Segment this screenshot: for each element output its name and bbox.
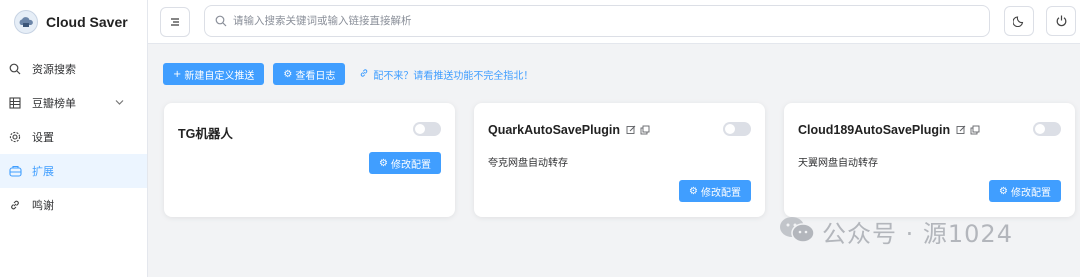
- edit-config-label: 修改配置: [701, 187, 741, 199]
- theme-toggle-button[interactable]: [1004, 6, 1034, 36]
- sidebar-item-label: 豆瓣榜单: [32, 97, 76, 110]
- brand[interactable]: Cloud Saver: [0, 0, 147, 44]
- link-icon: [8, 198, 22, 212]
- edit-config-label: 修改配置: [391, 159, 431, 171]
- enable-toggle[interactable]: [1033, 122, 1061, 136]
- edit-config-button[interactable]: ⚙ 修改配置: [369, 152, 441, 174]
- new-custom-push-label: 新建自定义推送: [184, 70, 255, 82]
- plugin-card-cloud189: Cloud189AutoSavePlugin 天翼网盘自动转存 ⚙ 修改配置: [784, 103, 1075, 217]
- plugin-card-quark: QuarkAutoSavePlugin 夸克网盘自动转存 ⚙ 修改配置: [474, 103, 765, 217]
- power-icon: [1055, 12, 1068, 31]
- app-title: Cloud Saver: [46, 14, 128, 30]
- extension-icon: [8, 164, 22, 178]
- gear-icon: ⚙: [689, 185, 698, 197]
- logout-button[interactable]: [1046, 6, 1076, 36]
- sidebar-item-extensions[interactable]: 扩展: [0, 154, 147, 188]
- search-input[interactable]: [233, 15, 933, 27]
- view-log-label: 查看日志: [295, 70, 336, 82]
- plugin-name: Cloud189AutoSavePlugin: [798, 123, 980, 137]
- edit-config-button[interactable]: ⚙ 修改配置: [679, 180, 751, 202]
- gear-icon: [8, 130, 22, 144]
- plugin-name-text: TG机器人: [178, 127, 233, 141]
- copy-icon[interactable]: [970, 125, 980, 135]
- gear-icon: ⚙: [379, 157, 388, 169]
- logo-icon: [14, 10, 38, 34]
- sidebar: Cloud Saver 资源搜索 豆瓣榜单 设置 扩展 鸣谢: [0, 0, 148, 277]
- chevron-down-icon[interactable]: [114, 97, 125, 111]
- search-icon: [215, 12, 227, 31]
- plus-icon: +: [173, 68, 182, 80]
- grid-icon: [8, 96, 22, 110]
- link-icon: [359, 68, 369, 81]
- plugin-card-tg-bot: TG机器人 ⚙ 修改配置: [164, 103, 455, 217]
- sidebar-item-label: 设置: [32, 131, 54, 144]
- edit-config-label: 修改配置: [1011, 187, 1051, 199]
- sidebar-item-label: 鸣谢: [32, 199, 54, 212]
- plugin-description: 天翼网盘自动转存: [798, 158, 878, 169]
- plugin-name: QuarkAutoSavePlugin: [488, 123, 650, 137]
- gear-icon: ⚙: [999, 185, 1008, 197]
- menu-toggle-button[interactable]: [160, 7, 190, 37]
- sidebar-item-label: 资源搜索: [32, 63, 76, 76]
- sidebar-item-resource-search[interactable]: 资源搜索: [0, 52, 147, 86]
- sidebar-item-douban-chart[interactable]: 豆瓣榜单: [0, 86, 147, 120]
- watermark-text: 公众号 · 源1024: [822, 220, 1013, 248]
- plugin-name: TG机器人: [178, 123, 233, 142]
- push-guide-link[interactable]: 配不来？请看推送功能不完全指北！: [359, 67, 533, 82]
- sidebar-item-thanks[interactable]: 鸣谢: [0, 188, 147, 222]
- enable-toggle[interactable]: [723, 122, 751, 136]
- sidebar-item-label: 扩展: [32, 165, 54, 178]
- sidebar-item-settings[interactable]: 设置: [0, 120, 147, 154]
- wechat-icon: [778, 215, 816, 249]
- enable-toggle[interactable]: [413, 122, 441, 136]
- toolbar: + 新建自定义推送 ⚙ 查看日志 配不来？请看推送功能不完全指北！: [163, 63, 533, 85]
- copy-icon[interactable]: [640, 125, 650, 135]
- top-header: [148, 0, 1080, 44]
- plugin-name-text: QuarkAutoSavePlugin: [488, 123, 620, 137]
- moon-icon: [1011, 12, 1026, 31]
- edit-config-button[interactable]: ⚙ 修改配置: [989, 180, 1061, 202]
- search-icon: [8, 62, 22, 76]
- push-guide-text: 配不来？请看推送功能不完全指北！: [373, 70, 534, 82]
- sidebar-nav: 资源搜索 豆瓣榜单 设置 扩展 鸣谢: [0, 52, 147, 222]
- edit-icon[interactable]: [956, 125, 966, 135]
- new-custom-push-button[interactable]: + 新建自定义推送: [163, 63, 265, 85]
- watermark: 公众号 · 源1024: [778, 214, 1013, 249]
- plugin-description: 夸克网盘自动转存: [488, 158, 568, 169]
- plugin-name-text: Cloud189AutoSavePlugin: [798, 123, 951, 137]
- search-bar[interactable]: [204, 5, 990, 37]
- menu-icon: [169, 13, 181, 32]
- edit-icon[interactable]: [626, 125, 636, 135]
- gear-icon: ⚙: [283, 68, 293, 80]
- view-log-button[interactable]: ⚙ 查看日志: [273, 63, 346, 85]
